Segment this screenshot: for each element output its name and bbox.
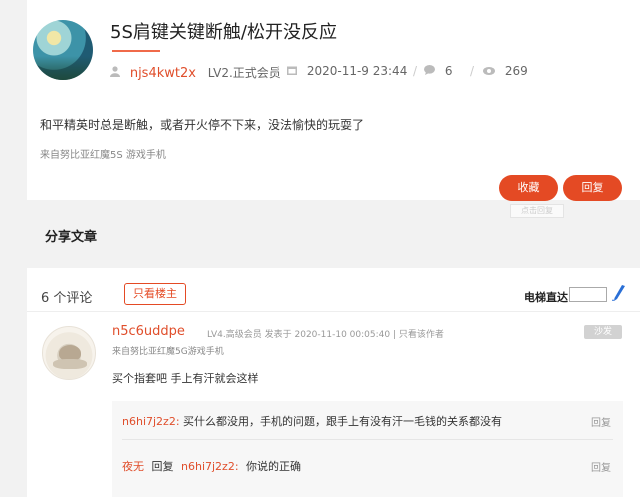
- elevator-label: 电梯直达: [524, 291, 568, 304]
- reply-action[interactable]: 回复: [591, 414, 611, 429]
- comment-count: 6: [424, 64, 452, 78]
- author-avatar[interactable]: [33, 20, 93, 80]
- title-underline: [112, 50, 160, 52]
- reply-divider: [122, 439, 613, 440]
- reply-item: 夜无 回复 n6hi7j2z2: 你说的正确: [122, 458, 301, 474]
- reply-tooltip: 点击回复: [510, 204, 564, 218]
- comments-section: 6 个评论 只看楼主 电梯直达 n5c6uddpe LV4.高级会员 发表于 2…: [27, 268, 640, 497]
- reply-text: 买什么都没用，手机的问题，跟手上有没有汗一毛钱的关系都没有: [183, 415, 503, 428]
- reply-item: n6hi7j2z2: 买什么都没用，手机的问题，跟手上有没有汗一毛钱的关系都没有: [122, 413, 502, 429]
- floor-badge: 沙发: [584, 325, 622, 339]
- comment-text: 买个指套吧 手上有汗就会这样: [112, 372, 259, 385]
- post-body: 和平精英时总是断触，或者开火停不下来，没法愉快的玩耍了: [40, 118, 365, 132]
- commenter-name[interactable]: n5c6uddpe: [112, 324, 185, 339]
- commenter-avatar[interactable]: [42, 326, 96, 380]
- author-link[interactable]: njs4kwt2x: [130, 66, 196, 81]
- comment-count-label: 6 个评论: [41, 291, 93, 306]
- go-arrow-icon[interactable]: [612, 284, 626, 302]
- meta-divider: /: [470, 64, 475, 78]
- comments-header: 6 个评论 只看楼主 电梯直达: [27, 268, 640, 312]
- user-icon: [110, 66, 124, 80]
- floor-input[interactable]: [569, 287, 607, 302]
- comment-meta: LV4.高级会员 发表于 2020-11-10 00:05:40 | 只看该作者: [207, 330, 444, 340]
- reply-author[interactable]: 夜无: [122, 460, 144, 473]
- reply-action[interactable]: 回复: [591, 459, 611, 474]
- author-meta: njs4kwt2x LV2.正式会员: [110, 64, 281, 81]
- reply-verb: 回复: [151, 460, 174, 473]
- comment-icon: [424, 64, 439, 78]
- post-date: 2020-11-9 23:44: [287, 64, 407, 78]
- reply-target[interactable]: n6hi7j2z2:: [181, 460, 239, 473]
- view-count: 269: [483, 64, 528, 78]
- comment-source: 来自努比亚红魔5G游戏手机: [112, 347, 224, 357]
- reply-text: 你说的正确: [246, 460, 302, 473]
- meta-divider: /: [275, 64, 280, 78]
- reply-author[interactable]: n6hi7j2z2:: [122, 415, 180, 428]
- author-level: LV2.正式会员: [207, 66, 281, 80]
- eye-icon: [483, 64, 499, 78]
- post-title: 5S肩键关键断触/松开没反应: [110, 22, 337, 43]
- favorite-button[interactable]: 收藏: [499, 175, 558, 201]
- post-source: 来自努比亚红魔5S 游戏手机: [40, 150, 166, 161]
- calendar-icon: [287, 64, 301, 78]
- only-owner-button[interactable]: 只看楼主: [124, 283, 186, 305]
- meta-divider: /: [413, 64, 418, 78]
- reply-button[interactable]: 回复: [563, 175, 622, 201]
- share-heading: 分享文章: [45, 230, 98, 245]
- reply-list: n6hi7j2z2: 买什么都没用，手机的问题，跟手上有没有汗一毛钱的关系都没有…: [112, 401, 623, 497]
